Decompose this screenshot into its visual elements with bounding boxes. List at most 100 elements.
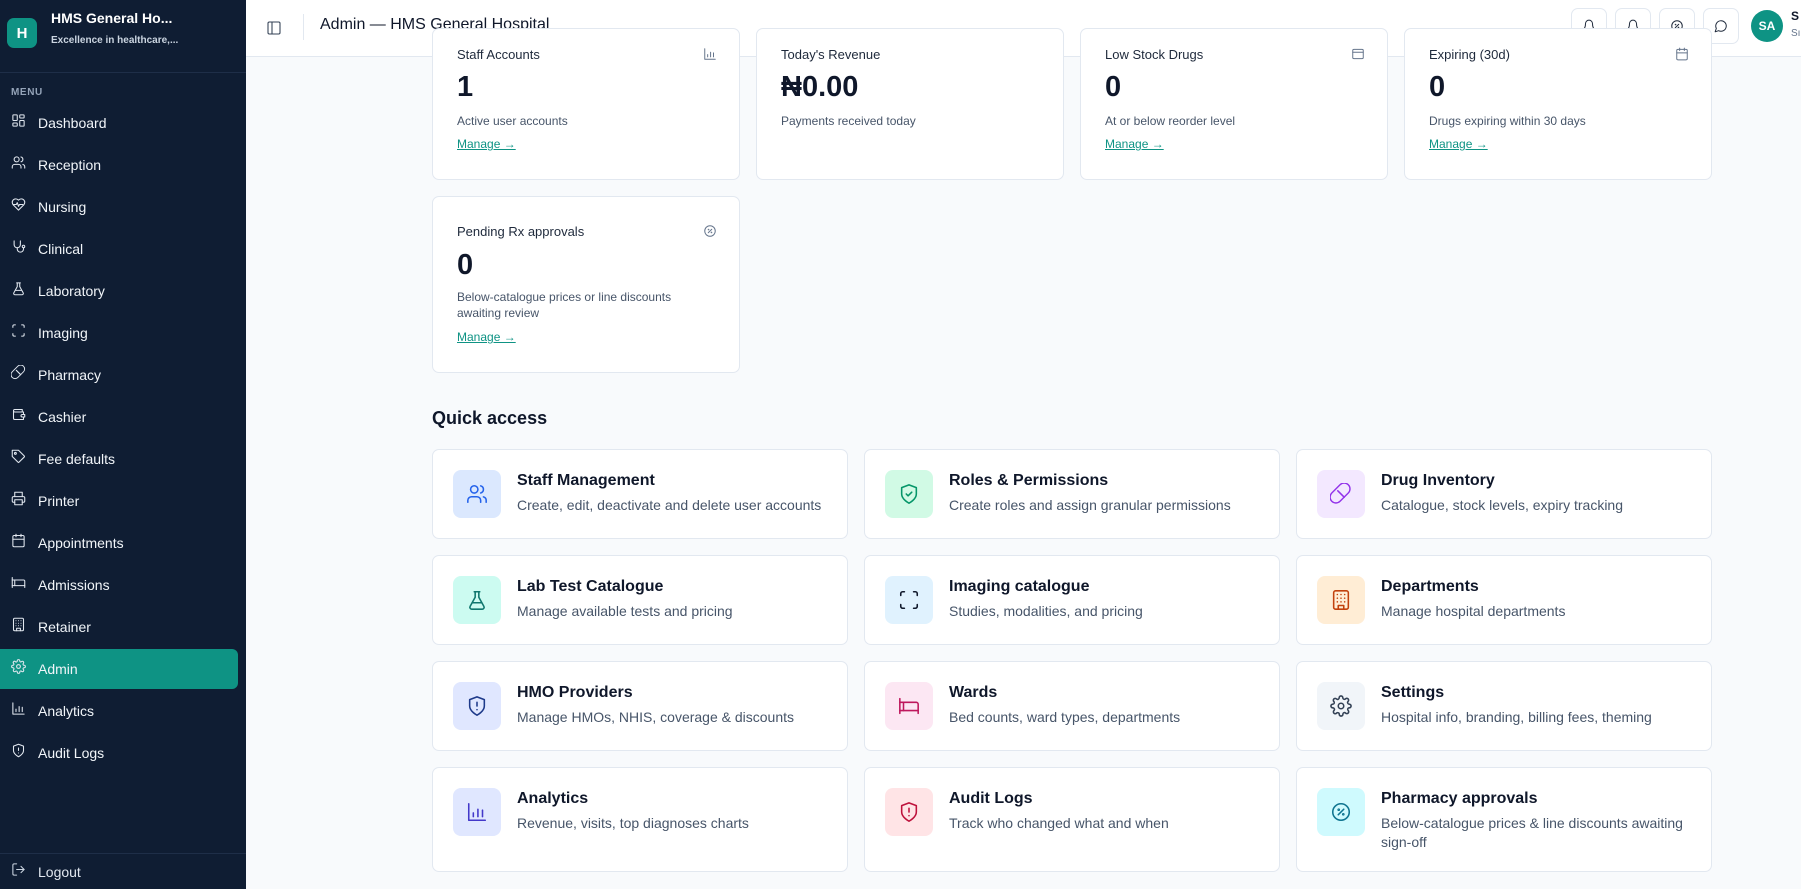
quick-access-drug-inventory[interactable]: Drug Inventory Catalogue, stock levels, e… [1296,449,1712,539]
sidebar-item-label: Retainer [38,619,91,635]
sidebar-item-fee-defaults[interactable]: Fee defaults [0,439,238,479]
brand[interactable]: H HMS General Ho... Excellence in health… [0,0,246,73]
sidebar: H HMS General Ho... Excellence in health… [0,0,246,889]
sidebar-item-label: Analytics [38,703,95,719]
quick-access-description: Create roles and assign granular permiss… [949,497,1231,513]
quick-access-description: Revenue, visits, top diagnoses charts [517,815,749,831]
sidebar-item-label: Clinical [38,241,84,257]
quick-access-heading: Quick access [432,408,548,428]
sidebar-item-nursing[interactable]: Nursing [0,187,238,227]
sidebar-item-label: Reception [38,157,102,173]
stat-description: Drugs expiring within 30 days [1429,114,1586,128]
quick-access-roles-permissions[interactable]: Roles & Permissions Create roles and assi… [864,449,1280,539]
avatar[interactable]: SA [1751,10,1783,42]
quick-access-title: Departments [1381,578,1479,595]
quick-access-lab-test-catalogue[interactable]: Lab Test Catalogue Manage available tests… [432,555,848,645]
quick-access-title: Drug Inventory [1381,472,1495,489]
stat-description: Active user accounts [457,114,568,128]
sidebar-item-cashier[interactable]: Cashier [0,397,238,437]
stat-card-staff-accounts: Staff Accounts 1 Active user accounts Ma… [432,28,740,180]
quick-access-audit-logs[interactable]: Audit Logs Track who changed what and whe… [864,767,1280,872]
sidebar-item-pharmacy[interactable]: Pharmacy [0,355,238,395]
stat-value: 0 [1429,71,1446,103]
sidebar-item-imaging[interactable]: Imaging [0,313,238,353]
quick-access-description: Bed counts, ward types, departments [949,709,1181,725]
stat-value: 0 [1105,71,1122,103]
quick-access-title: Settings [1381,684,1445,701]
sidebar-item-dashboard[interactable]: Dashboard [0,103,238,143]
quick-access-title: Pharmacy approvals [1381,790,1538,807]
quick-access-description: Manage hospital departments [1381,603,1566,619]
bar-chart-icon [703,47,717,61]
quick-access-description: Manage HMOs, NHIS, coverage & discounts [517,709,795,725]
stat-description: Payments received today [781,114,916,128]
quick-access-title: Audit Logs [949,790,1033,807]
manage-link[interactable]: Manage → [457,137,516,151]
calendar-icon [11,533,26,553]
building-icon [1317,576,1365,624]
quick-access-title: Roles & Permissions [949,472,1109,489]
bar-chart-icon [11,701,26,721]
sidebar-item-retainer[interactable]: Retainer [0,607,238,647]
quick-access-staff-management[interactable]: Staff Management Create, edit, deactivate… [432,449,848,539]
wallet-icon [11,407,26,427]
stat-description: At or below reorder level [1105,114,1236,128]
stat-value: 1 [457,71,474,103]
heart-pulse-icon [11,197,26,217]
sidebar-item-audit-logs[interactable]: Audit Logs [0,733,238,773]
sidebar-item-reception[interactable]: Reception [0,145,238,185]
quick-access-pharmacy-approvals[interactable]: Pharmacy approvals Below-catalogue prices… [1296,767,1712,872]
sidebar-item-admin[interactable]: Admin [0,649,238,689]
quick-access-wards[interactable]: Wards Bed counts, ward types, departments [864,661,1280,751]
quick-access-title: Analytics [517,790,589,807]
manage-link[interactable]: Manage → [1429,137,1488,151]
sidebar-item-label: Fee defaults [38,451,116,467]
stat-card-todays-revenue: Today's Revenue ₦0.00 Payments received … [756,28,1064,180]
pill-icon [10,364,26,385]
dashboard-icon [11,113,26,133]
manage-link[interactable]: Manage → [1105,137,1164,151]
quick-access-description: Below-catalogue prices & line discounts … [1381,815,1683,850]
sidebar-item-label: Cashier [38,409,87,425]
quick-access-departments[interactable]: Departments Manage hospital departments [1296,555,1712,645]
manage-link[interactable]: Manage → [457,330,516,344]
users-icon [11,155,26,175]
sidebar-item-label: Dashboard [38,115,107,131]
sidebar-item-clinical[interactable]: Clinical [0,229,238,269]
stat-card-expiring-drugs: Expiring (30d) 0 Drugs expiring within 3… [1404,28,1712,180]
logout-button[interactable]: Logout [0,853,246,889]
sidebar-item-appointments[interactable]: Appointments [0,523,238,563]
quick-access-title: HMO Providers [517,684,633,701]
divider [303,14,304,40]
sidebar-toggle-button[interactable] [262,16,286,40]
sidebar-item-label: Imaging [38,325,88,341]
stat-label: Staff Accounts [457,47,540,62]
sidebar-item-label: Admissions [38,577,110,593]
quick-access-analytics[interactable]: Analytics Revenue, visits, top diagnoses … [432,767,848,872]
users-icon [453,470,501,518]
quick-access-settings[interactable]: Settings Hospital info, branding, billing… [1296,661,1712,751]
quick-access-imaging-catalogue[interactable]: Imaging catalogue Studies, modalities, an… [864,555,1280,645]
stat-label: Low Stock Drugs [1105,47,1204,62]
sidebar-item-analytics[interactable]: Analytics [0,691,238,731]
sidebar-item-laboratory[interactable]: Laboratory [0,271,238,311]
sidebar-item-admissions[interactable]: Admissions [0,565,238,605]
badge-percent-icon [703,224,717,238]
box-icon [1351,47,1365,61]
brand-logo: H [7,18,37,48]
sidebar-item-printer[interactable]: Printer [0,481,238,521]
shield-icon [11,743,26,763]
stat-card-low-stock-drugs: Low Stock Drugs 0 At or below reorder le… [1080,28,1388,180]
quick-access-title: Imaging catalogue [949,578,1090,595]
stat-value: ₦0.00 [781,71,859,103]
badge-percent-icon [1317,788,1365,836]
bed-icon [885,682,933,730]
quick-access-description: Create, edit, deactivate and delete user… [517,497,822,513]
building-icon [11,617,26,637]
flask-icon [453,576,501,624]
quick-access-hmo-providers[interactable]: HMO Providers Manage HMOs, NHIS, coverage… [432,661,848,751]
sidebar-item-label: Admin [38,661,78,677]
user-name: S [1791,9,1800,23]
message-circle-icon [1714,20,1727,33]
logout-icon [11,862,26,882]
